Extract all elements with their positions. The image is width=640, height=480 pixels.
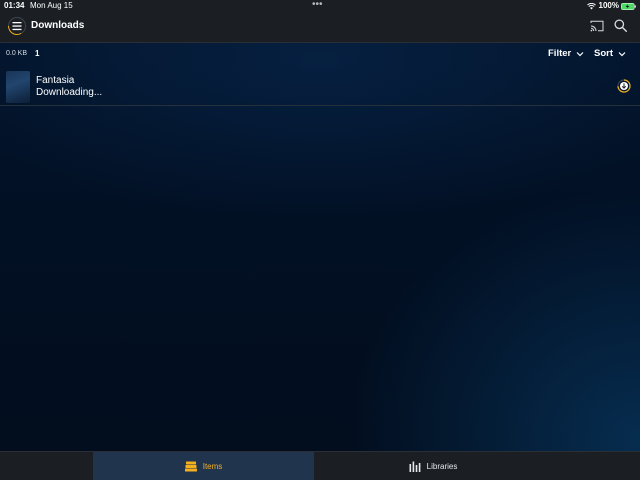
status-date: Mon Aug 15 [30,1,73,10]
stack-icon [184,461,197,472]
chevron-down-icon [618,51,626,56]
sort-label: Sort [594,48,613,59]
battery-percent: 100% [598,1,619,10]
tab-libraries[interactable]: Libraries [320,452,546,480]
page-title: Downloads [31,20,85,31]
libraries-icon [409,461,421,472]
status-indicators: 100% [586,0,636,12]
item-count-badge: 1 [35,49,40,58]
search-icon[interactable] [614,19,627,32]
filter-label: Filter [548,48,572,59]
app-header: Downloads [0,12,640,43]
sort-button[interactable]: Sort [594,47,626,60]
filter-button[interactable]: Filter [548,47,584,60]
tab-items[interactable]: Items [93,452,314,480]
download-progress-icon[interactable] [617,79,631,93]
downloads-screen: 01:34 Mon Aug 15 ••• 100% Downloads 0.0 … [0,0,640,480]
storage-size-label: 0.0 KB [6,50,28,57]
item-thumbnail [6,71,30,103]
wifi-icon [586,2,596,9]
chevron-down-icon [576,51,584,56]
hamburger-menu-icon[interactable] [7,16,27,36]
downloads-toolbar: 0.0 KB 1 Filter Sort [0,43,640,65]
download-list-item[interactable]: Fantasia Downloading... [0,69,640,106]
multitasking-dots-icon[interactable]: ••• [312,0,323,10]
battery-icon [621,2,636,10]
status-bar: 01:34 Mon Aug 15 ••• 100% [0,0,640,12]
bottom-tab-bar: Items Libraries [0,451,640,480]
status-time: 01:34 [4,1,25,10]
item-title: Fantasia [36,75,75,86]
tab-libraries-label: Libraries [426,462,458,471]
tab-items-label: Items [202,462,223,471]
item-download-status: Downloading... [36,87,103,98]
cast-icon[interactable] [590,20,604,32]
